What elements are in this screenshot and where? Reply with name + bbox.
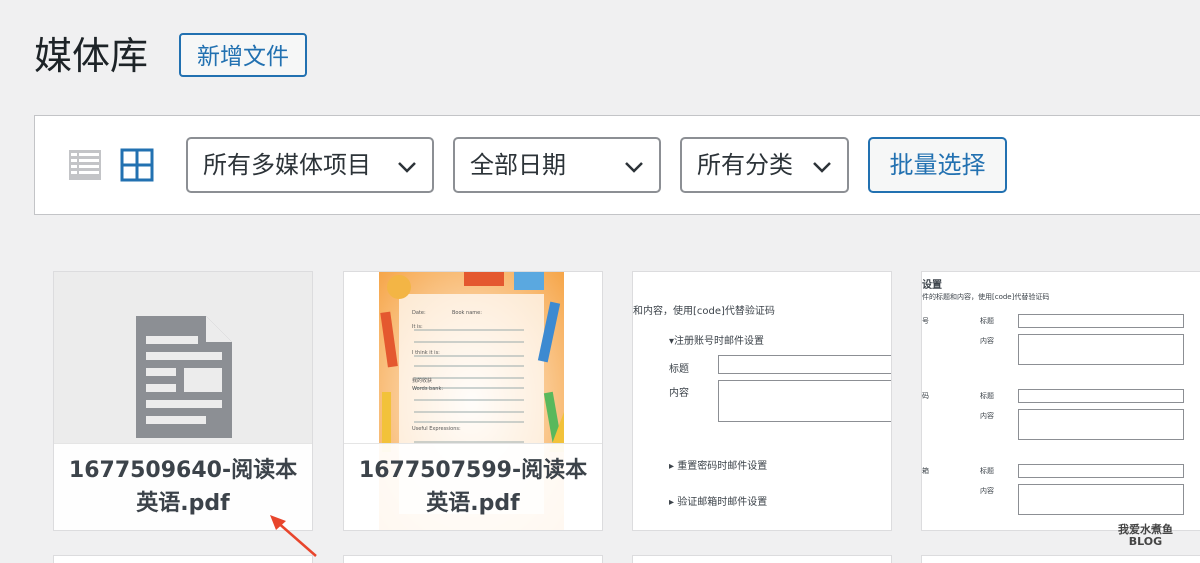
date-filter[interactable]: 全部日期 <box>453 137 661 193</box>
shot-intro: 件的标题和内容，使用[code]代替验证码 <box>922 293 1050 301</box>
shot-label-content: 内容 <box>980 337 994 345</box>
category-filter-value: 所有分类 <box>697 151 793 179</box>
sheet-good-words: 我的收获 <box>412 377 432 384</box>
shot-label-content: 内容 <box>669 388 689 399</box>
shot-label-title: 标题 <box>980 317 994 325</box>
media-type-filter-value: 所有多媒体项目 <box>203 151 371 179</box>
list-view-icon[interactable] <box>68 148 102 182</box>
annotation-arrow-icon <box>270 515 317 557</box>
sheet-it-is: It is: <box>412 324 423 330</box>
document-icon <box>136 316 232 438</box>
sheet-words-bank: Words bank: <box>412 386 443 392</box>
shot-left-label: 号 <box>922 317 929 325</box>
watermark: 我爱水煮鱼 BLOG <box>1118 523 1173 548</box>
media-toolbar: 所有多媒体项目 全部日期 所有分类 批量选择 <box>34 115 1200 215</box>
chevron-down-icon <box>625 162 643 173</box>
date-filter-value: 全部日期 <box>470 151 566 179</box>
shot-label-content: 内容 <box>980 412 994 420</box>
shot-title-input <box>1018 314 1184 328</box>
bulk-select-button[interactable]: 批量选择 <box>868 137 1007 193</box>
sheet-date: Date: <box>412 310 426 316</box>
shot-section-register: ▾注册账号时邮件设置 <box>669 336 765 347</box>
media-item-document[interactable]: 1677509640-阅读本 英语.pdf <box>53 271 313 531</box>
sheet-i-think: I think it is: <box>412 350 440 356</box>
media-item-next-row[interactable] <box>632 555 892 563</box>
category-filter[interactable]: 所有分类 <box>680 137 849 193</box>
shot-content-input <box>1018 334 1184 365</box>
chevron-down-icon <box>813 162 831 173</box>
media-item-next-row[interactable] <box>921 555 1200 563</box>
shot-heading: 设置 <box>922 280 942 291</box>
shot-title-input <box>1018 389 1184 403</box>
shot-content-input <box>1018 409 1184 440</box>
media-item-caption: 1677507599-阅读本 英语.pdf <box>344 443 602 530</box>
add-new-media-button[interactable]: 新增文件 <box>179 33 307 77</box>
media-item-worksheet[interactable]: Date: Book name: It is: I think it is: 我… <box>343 271 603 531</box>
shot-label-title: 标题 <box>980 392 994 400</box>
shot-left-label: 箱 <box>922 467 929 475</box>
shot-intro: 和内容，使用[code]代替验证码 <box>633 306 775 317</box>
shot-label-content: 内容 <box>980 487 994 495</box>
media-item-next-row[interactable] <box>343 555 603 563</box>
shot-title-input <box>718 355 891 374</box>
sheet-book: Book name: <box>452 310 482 316</box>
shot-label-title: 标题 <box>980 467 994 475</box>
media-item-screenshot[interactable]: 和内容，使用[code]代替验证码 ▾注册账号时邮件设置 标题 内容 ▸ 重置密… <box>632 271 892 531</box>
grid-view-icon[interactable] <box>120 148 154 182</box>
media-type-filter[interactable]: 所有多媒体项目 <box>186 137 434 193</box>
shot-section-reset: ▸ 重置密码时邮件设置 <box>669 461 768 472</box>
shot-section-verify: ▸ 验证邮箱时邮件设置 <box>669 497 768 508</box>
sheet-useful: Useful Expressions: <box>412 426 461 432</box>
chevron-down-icon <box>398 162 416 173</box>
page-title: 媒体库 <box>34 34 149 78</box>
shot-label-title: 标题 <box>669 364 689 375</box>
shot-content-input <box>1018 484 1184 515</box>
shot-left-label: 码 <box>922 392 929 400</box>
shot-title-input <box>1018 464 1184 478</box>
media-item-screenshot[interactable]: 设置 件的标题和内容，使用[code]代替验证码 号 标题 内容 码 标题 内容… <box>921 271 1200 531</box>
shot-content-input <box>718 380 891 422</box>
